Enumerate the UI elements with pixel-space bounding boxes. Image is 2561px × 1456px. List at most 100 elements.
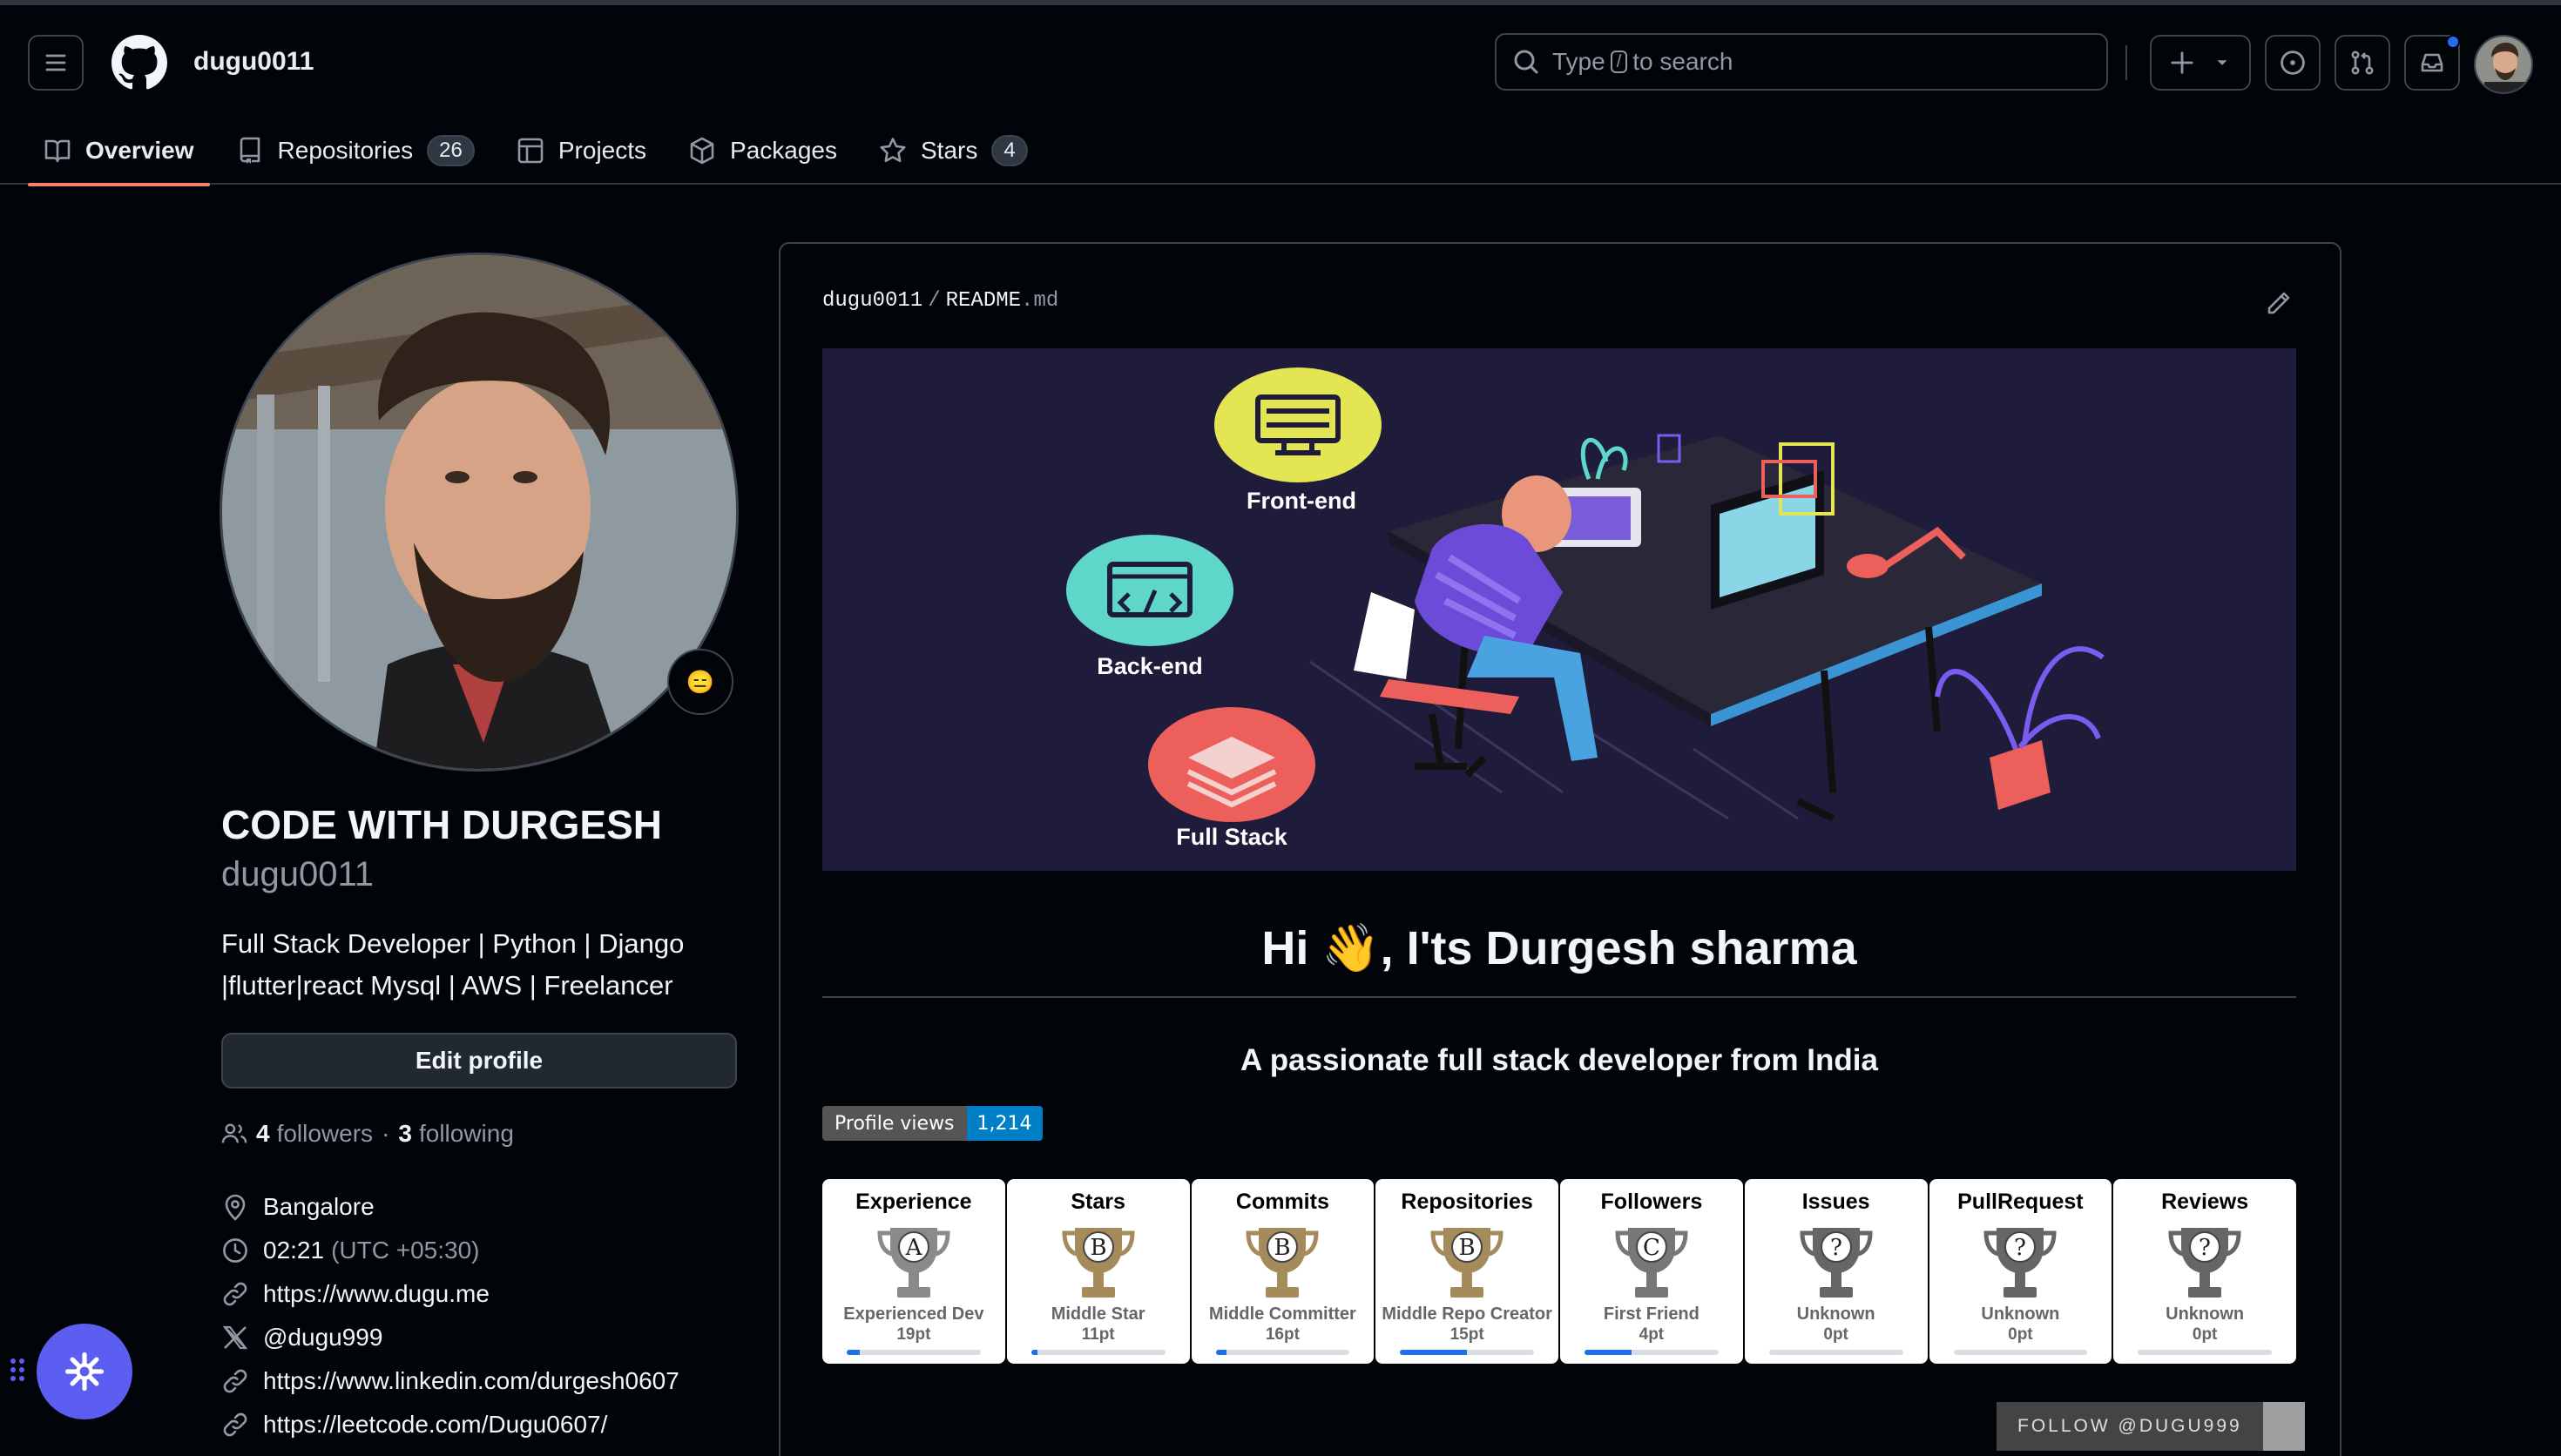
issues-button[interactable] bbox=[2265, 35, 2321, 91]
readme-heading: Hi 👋, I'ts Durgesh sharma bbox=[1261, 922, 1857, 974]
trophy-cup-icon: A bbox=[877, 1228, 950, 1298]
github-trophies[interactable]: Experience A Experienced Dev 19pt Stars B Midd… bbox=[822, 1179, 2296, 1364]
trophy-cup-icon: B bbox=[1430, 1228, 1503, 1298]
trophy-pullrequest: PullRequest? Unknown 0pt bbox=[1929, 1179, 2112, 1364]
edit-profile-button[interactable]: Edit profile bbox=[221, 1033, 737, 1089]
location-icon bbox=[225, 1194, 246, 1221]
trophy-progress-bar bbox=[1953, 1350, 2088, 1355]
followers-link[interactable]: 4 followers bbox=[256, 1120, 373, 1148]
readme-path: dugu0011/README.md bbox=[822, 289, 1058, 313]
trophy-points: 11pt bbox=[1081, 1325, 1115, 1344]
trophy-progress-bar bbox=[1585, 1350, 1719, 1355]
followers-label: followers bbox=[276, 1120, 374, 1147]
trophy-reviews: Reviews? Unknown 0pt bbox=[2113, 1179, 2296, 1364]
readme-tagline: A passionate full stack developer from I… bbox=[1240, 1043, 1878, 1077]
following-label: following bbox=[418, 1120, 514, 1147]
tab-label: Packages bbox=[730, 137, 837, 164]
git-pull-request-icon bbox=[2351, 51, 2374, 75]
following-link[interactable]: 3 following bbox=[398, 1120, 514, 1148]
github-logo-icon[interactable] bbox=[111, 35, 167, 91]
trophy-rank-letter: A bbox=[904, 1235, 922, 1261]
heading-rule bbox=[822, 996, 2296, 998]
profile-views-label: Profile views bbox=[822, 1106, 967, 1141]
profile-login: dugu0011 bbox=[221, 855, 374, 893]
profile-avatar[interactable] bbox=[220, 253, 739, 772]
trophy-rank-letter: ? bbox=[2014, 1235, 2026, 1261]
trophy-cup-icon: B bbox=[1246, 1228, 1319, 1298]
readme-owner-link[interactable]: dugu0011 bbox=[822, 289, 922, 313]
tab-stars[interactable]: Stars 4 bbox=[863, 117, 1044, 185]
following-count: 3 bbox=[398, 1120, 412, 1147]
local-time-text: 02:21 bbox=[263, 1237, 325, 1264]
drag-handle-icon[interactable] bbox=[9, 1357, 26, 1383]
link-icon bbox=[223, 1282, 247, 1306]
trophy-stars: Stars B Middle Star 11pt bbox=[1006, 1179, 1190, 1364]
trophy-points: 15pt bbox=[1449, 1325, 1484, 1344]
tab-projects[interactable]: Projects bbox=[501, 117, 662, 185]
leetcode-link[interactable]: https://leetcode.com/Dugu0607/ bbox=[263, 1411, 607, 1439]
tab-overview[interactable]: Overview bbox=[28, 117, 210, 186]
link-icon bbox=[223, 1412, 247, 1437]
user-avatar-menu[interactable] bbox=[2474, 35, 2533, 94]
set-status-button[interactable]: 😑 bbox=[667, 649, 733, 715]
trophy-rank-letter: B bbox=[1090, 1235, 1106, 1261]
trophy-rank-name: Middle Repo Creator bbox=[1382, 1304, 1552, 1324]
menu-button[interactable] bbox=[28, 35, 84, 91]
x-logo-icon bbox=[222, 1325, 248, 1350]
plus-icon bbox=[2171, 51, 2193, 74]
readme-card: dugu0011/README.md Front-end Back-end Fu… bbox=[779, 242, 2341, 1456]
profile-website: https://www.dugu.me bbox=[221, 1280, 490, 1308]
avatar-image-icon bbox=[2476, 37, 2531, 92]
file-ext: .md bbox=[1021, 289, 1059, 313]
trophy-rank-letter: C bbox=[1643, 1235, 1660, 1261]
search-placeholder-post: to search bbox=[1632, 48, 1733, 75]
trophy-followers: Followers C First Friend 4pt bbox=[1560, 1179, 1743, 1364]
assistant-floating-button[interactable] bbox=[37, 1324, 132, 1419]
issue-opened-icon bbox=[2281, 51, 2305, 75]
trophy-points: 19pt bbox=[896, 1325, 931, 1344]
tab-label: Repositories bbox=[277, 137, 414, 164]
trophy-rank-name: Unknown bbox=[1981, 1304, 2060, 1324]
follow-badge-label: FOLLOW @DUGU999 bbox=[1997, 1402, 2263, 1451]
trophy-rank-letter: B bbox=[1274, 1235, 1291, 1261]
tab-repositories[interactable]: Repositories 26 bbox=[220, 117, 490, 185]
trophy-rank-name: Unknown bbox=[1796, 1304, 1875, 1324]
tab-label: Overview bbox=[85, 137, 194, 164]
edit-readme-pencil-icon[interactable] bbox=[2265, 289, 2293, 317]
trophy-progress-bar bbox=[1030, 1350, 1166, 1355]
website-link[interactable]: https://www.dugu.me bbox=[263, 1280, 490, 1308]
tab-label: Projects bbox=[557, 137, 647, 164]
follow-twitter-badge[interactable]: FOLLOW @DUGU999 bbox=[1997, 1402, 2305, 1451]
create-new-button[interactable] bbox=[2150, 35, 2251, 91]
trophy-progress-fill bbox=[847, 1350, 861, 1355]
trophy-title: Issues bbox=[1801, 1190, 1870, 1214]
stars-count: 4 bbox=[991, 135, 1028, 166]
twitter-link[interactable]: @dugu999 bbox=[263, 1324, 382, 1352]
search-input[interactable]: Type / to search bbox=[1495, 33, 2108, 91]
trophy-title: PullRequest bbox=[1957, 1190, 2084, 1214]
readme-file-link[interactable]: README.md bbox=[946, 289, 1059, 313]
repo-icon bbox=[240, 137, 260, 164]
trophy-repositories: Repositories B Middle Repo Creator 15pt bbox=[1375, 1179, 1558, 1364]
header-username[interactable]: dugu0011 bbox=[193, 47, 314, 77]
profile-tabs: Overview Repositories 26 Projects Packag… bbox=[28, 117, 1054, 186]
trophy-progress-fill bbox=[1030, 1350, 1038, 1355]
linkedin-link[interactable]: https://www.linkedin.com/durgesh0607 bbox=[263, 1367, 679, 1395]
tab-packages[interactable]: Packages bbox=[672, 117, 853, 185]
bio-line: |flutter|react Mysql | AWS | Freelancer bbox=[221, 970, 673, 1001]
followers-following: 4 followers · 3 following bbox=[221, 1120, 514, 1148]
trophy-rank-name: Middle Star bbox=[1051, 1304, 1145, 1324]
profile-linkedin: https://www.linkedin.com/durgesh0607 bbox=[221, 1367, 679, 1395]
trophy-commits: Commits B Middle Committer 16pt bbox=[1191, 1179, 1375, 1364]
tab-label: Stars bbox=[921, 137, 978, 164]
people-icon bbox=[221, 1123, 247, 1143]
package-icon bbox=[690, 137, 714, 165]
separator-dot: · bbox=[382, 1120, 390, 1147]
follow-badge-count bbox=[2262, 1402, 2305, 1451]
trophy-rank-name: Unknown bbox=[2166, 1304, 2245, 1324]
profile-photo-icon bbox=[222, 255, 736, 769]
developer-illustration-icon bbox=[822, 348, 2296, 871]
pull-requests-button[interactable] bbox=[2335, 35, 2390, 91]
readme-banner-image: Front-end Back-end Full Stack bbox=[822, 348, 2296, 871]
trophy-title: Commits bbox=[1235, 1190, 1329, 1214]
